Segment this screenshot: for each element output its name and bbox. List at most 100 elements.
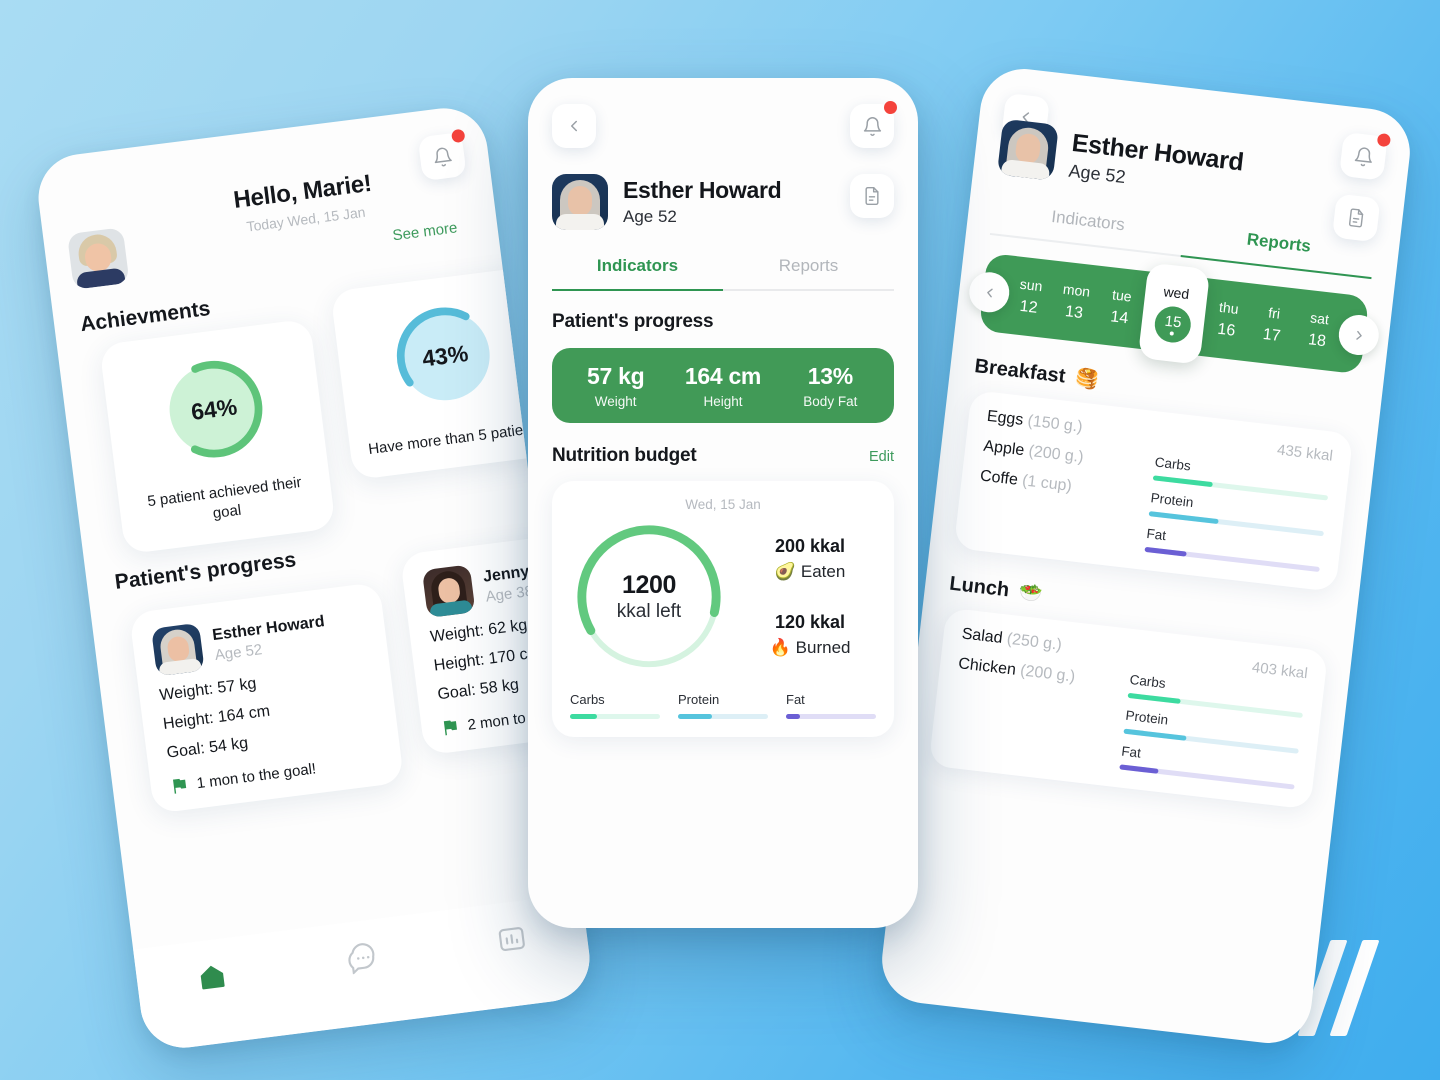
macro-label: Carbs	[570, 692, 605, 707]
stat-value: 13%	[807, 363, 853, 389]
chart-icon	[498, 927, 525, 952]
achievement-ring-64: 64%	[149, 344, 279, 474]
day-number: 15	[1163, 312, 1183, 332]
item-name: Chicken	[957, 655, 1017, 679]
meal-card[interactable]: Eggs (150 g.) Apple (200 g.) Coffe (1 cu…	[953, 389, 1354, 592]
day-sat[interactable]: sat 18	[1293, 308, 1343, 353]
item-amount: (200 g.)	[1027, 442, 1085, 467]
patient-goal-note: 1 mon to the goal!	[170, 752, 382, 795]
patient-card[interactable]: Esther Howard Age 52 Weight: 57 kg Heigh…	[128, 581, 405, 814]
meal-title: Breakfast	[973, 354, 1067, 387]
meal-items: Salad (250 g.) Chicken (200 g.)	[948, 625, 1121, 768]
fire-icon: 🔥	[769, 638, 791, 657]
item-amount: (150 g.)	[1026, 412, 1084, 436]
avocado-icon: 🥑	[774, 562, 796, 581]
stat-label: Height	[703, 394, 743, 409]
day-tue[interactable]: tue 14	[1096, 285, 1146, 330]
day-thu[interactable]: thu 16	[1203, 297, 1253, 342]
notification-button[interactable]	[850, 101, 897, 148]
achievement-caption: 5 patient achieved their goal	[146, 473, 303, 523]
day-next-button[interactable]	[1336, 312, 1381, 358]
nav-stats-button[interactable]	[495, 922, 529, 960]
macro-fill	[1127, 692, 1181, 704]
patient-age: Age 52	[623, 207, 677, 226]
nutrition-date: Wed, 15 Jan	[685, 497, 761, 512]
achievement-card-goal[interactable]: 64% 5 patient achieved their goal	[99, 318, 336, 554]
center-screen: Esther Howard Age 52 Indicators Reports …	[528, 78, 918, 928]
macro-track	[678, 714, 768, 719]
day-mon[interactable]: mon 13	[1050, 280, 1100, 325]
right-action-stack	[1331, 131, 1392, 243]
macro-fat: Fat	[786, 692, 876, 719]
bottom-navigation	[133, 892, 595, 1053]
meal-item: Eggs (150 g.)	[986, 408, 1147, 444]
avatar	[996, 118, 1059, 181]
macro-carbs: Carbs	[570, 692, 660, 719]
stat-body-fat: 13% Body Fat	[777, 363, 884, 409]
achievements-title: Achievments	[78, 296, 212, 337]
chevron-left-icon	[986, 288, 993, 297]
nutrition-budget-card[interactable]: Wed, 15 Jan 1200 kkal left 200 kkal 🥑 Ea…	[552, 481, 894, 737]
day-number: 16	[1216, 320, 1237, 340]
achievement-percent: 64%	[189, 392, 239, 425]
left-screen: Hello, Marie! Today Wed, 15 Jan See more…	[33, 103, 595, 1053]
item-amount: (200 g.)	[1019, 662, 1076, 686]
day-wed-selected[interactable]: wed 15	[1137, 262, 1211, 365]
item-name: Coffe	[979, 467, 1019, 489]
macro-fill	[1152, 475, 1213, 488]
achievement-ring-43: 43%	[380, 291, 510, 421]
phone-center-indicators: Esther Howard Age 52 Indicators Reports …	[528, 78, 918, 928]
day-name: sat	[1309, 309, 1330, 328]
meal-title: Lunch	[948, 572, 1011, 601]
day-sun[interactable]: sun 12	[1005, 274, 1055, 319]
avatar	[151, 622, 205, 677]
stat-weight: 57 kg Weight	[562, 363, 669, 409]
stat-value: 164 cm	[684, 363, 762, 389]
meal-card[interactable]: Salad (250 g.) Chicken (200 g.) 403 kkal…	[928, 607, 1329, 810]
nutrition-body: 1200 kkal left 200 kkal 🥑 Eaten 120 kkal…	[570, 518, 876, 676]
tab-indicators[interactable]: Indicators	[552, 256, 723, 289]
see-more-link[interactable]: See more	[392, 219, 459, 244]
day-name: tue	[1111, 286, 1133, 305]
bell-icon	[863, 116, 881, 136]
meal-items: Eggs (150 g.) Apple (200 g.) Coffe (1 cu…	[974, 408, 1147, 551]
item-amount: (1 cup)	[1021, 472, 1073, 495]
meal-emoji-icon: 🥗	[1017, 581, 1044, 606]
report-document-button[interactable]	[850, 174, 894, 218]
stat-height: 164 cm Height	[669, 363, 776, 409]
macro-fill	[1123, 728, 1188, 741]
macro-label: Fat	[786, 692, 805, 707]
back-button[interactable]	[552, 104, 596, 148]
burned-label: Burned	[795, 638, 851, 657]
avatar-marie[interactable]	[66, 227, 130, 290]
stat-value: 57 kg	[587, 363, 645, 389]
calorie-breakdown: 200 kkal 🥑 Eaten 120 kkal 🔥 Burned	[728, 536, 876, 658]
notification-button[interactable]	[1338, 131, 1392, 181]
nav-chat-button[interactable]	[345, 941, 379, 979]
macro-fill	[678, 714, 713, 719]
chevron-left-icon	[571, 120, 577, 132]
edit-button[interactable]: Edit	[869, 449, 894, 465]
patient-name: Esther Howard	[623, 177, 782, 203]
patient-header: Esther Howard Age 52	[552, 174, 782, 230]
macro-track	[786, 714, 876, 719]
day-fri[interactable]: fri 17	[1248, 303, 1298, 348]
eaten-label-row: 🥑 Eaten	[744, 562, 876, 582]
macro-fill	[570, 714, 597, 719]
home-icon	[201, 965, 225, 990]
nav-home-button[interactable]	[196, 960, 230, 998]
meal-item: Chicken (200 g.)	[957, 655, 1118, 691]
macro-fill	[1148, 511, 1220, 525]
macro-fill	[786, 714, 801, 719]
burned-label-row: 🔥 Burned	[744, 638, 876, 658]
tab-reports[interactable]: Reports	[723, 256, 894, 289]
eaten-value: 200 kkal	[774, 536, 846, 556]
macro-fill	[1144, 546, 1188, 557]
day-name: wed	[1162, 283, 1191, 303]
bell-icon	[434, 147, 452, 166]
day-number: 14	[1109, 308, 1130, 328]
chevron-right-icon	[1355, 330, 1362, 340]
report-document-button[interactable]	[1331, 193, 1381, 243]
day-number-pill: 15	[1152, 304, 1193, 345]
phone-right-reports: Esther Howard Age 52 Indicators Reports …	[877, 64, 1415, 1048]
